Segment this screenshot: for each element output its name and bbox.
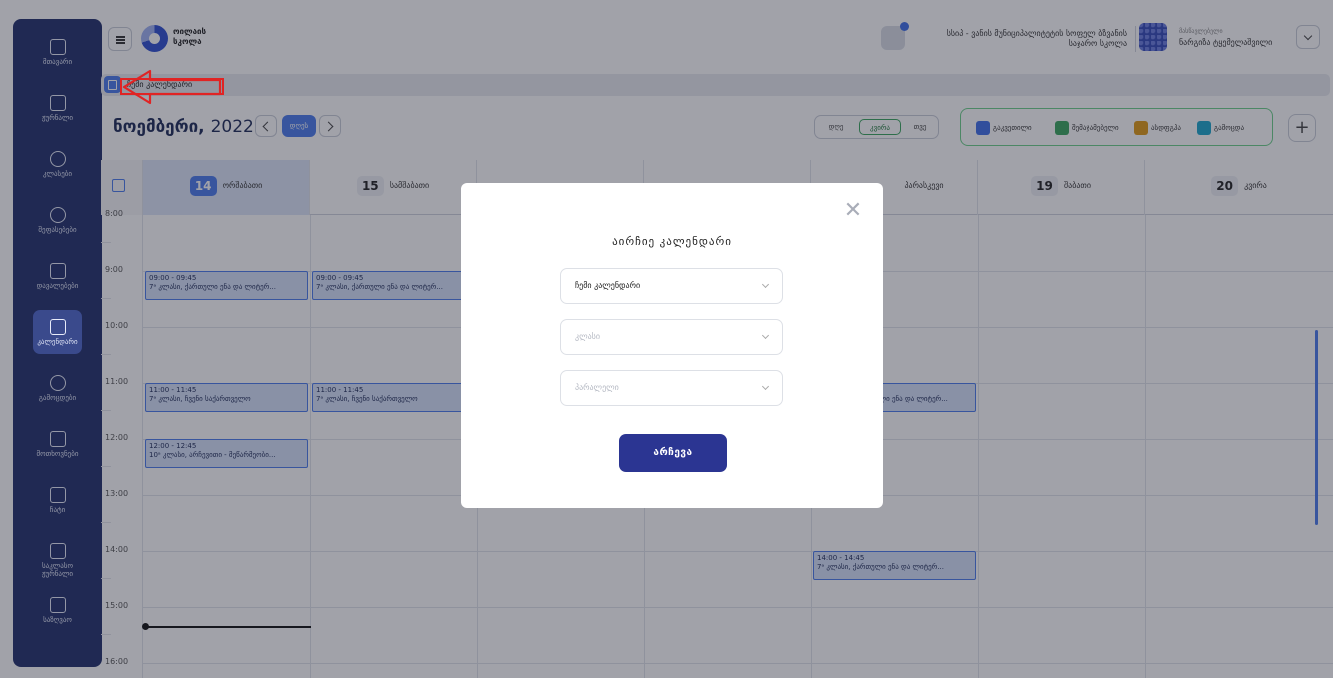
choose-calendar-dialog: ✕ აირჩიე კალენდარი ჩემი კალენდარი კლასი … bbox=[461, 183, 883, 508]
calendar-icon bbox=[49, 319, 66, 335]
dialog-title: აირჩიე კალენდარი bbox=[612, 235, 732, 248]
close-icon[interactable]: ✕ bbox=[842, 200, 864, 222]
calendar-select[interactable]: ჩემი კალენდარი bbox=[560, 268, 783, 304]
parallel-select[interactable]: პარალელი bbox=[560, 370, 783, 406]
sidebar-item-label: კალენდარი bbox=[37, 338, 78, 346]
parallel-select-placeholder: პარალელი bbox=[575, 383, 619, 392]
app-root: მთავარი ჟურნალი კლასები შეფასებები დავალ… bbox=[0, 0, 1333, 678]
class-select[interactable]: კლასი bbox=[560, 319, 783, 355]
sidebar-item-calendar[interactable]: კალენდარი bbox=[13, 310, 102, 354]
class-select-placeholder: კლასი bbox=[575, 332, 600, 341]
chevron-down-icon bbox=[761, 280, 770, 289]
annotation-arrow bbox=[122, 69, 222, 105]
chevron-down-icon bbox=[761, 382, 770, 391]
chevron-down-icon bbox=[761, 331, 770, 340]
choose-button[interactable]: არჩევა bbox=[619, 434, 727, 472]
calendar-select-value: ჩემი კალენდარი bbox=[575, 281, 641, 290]
